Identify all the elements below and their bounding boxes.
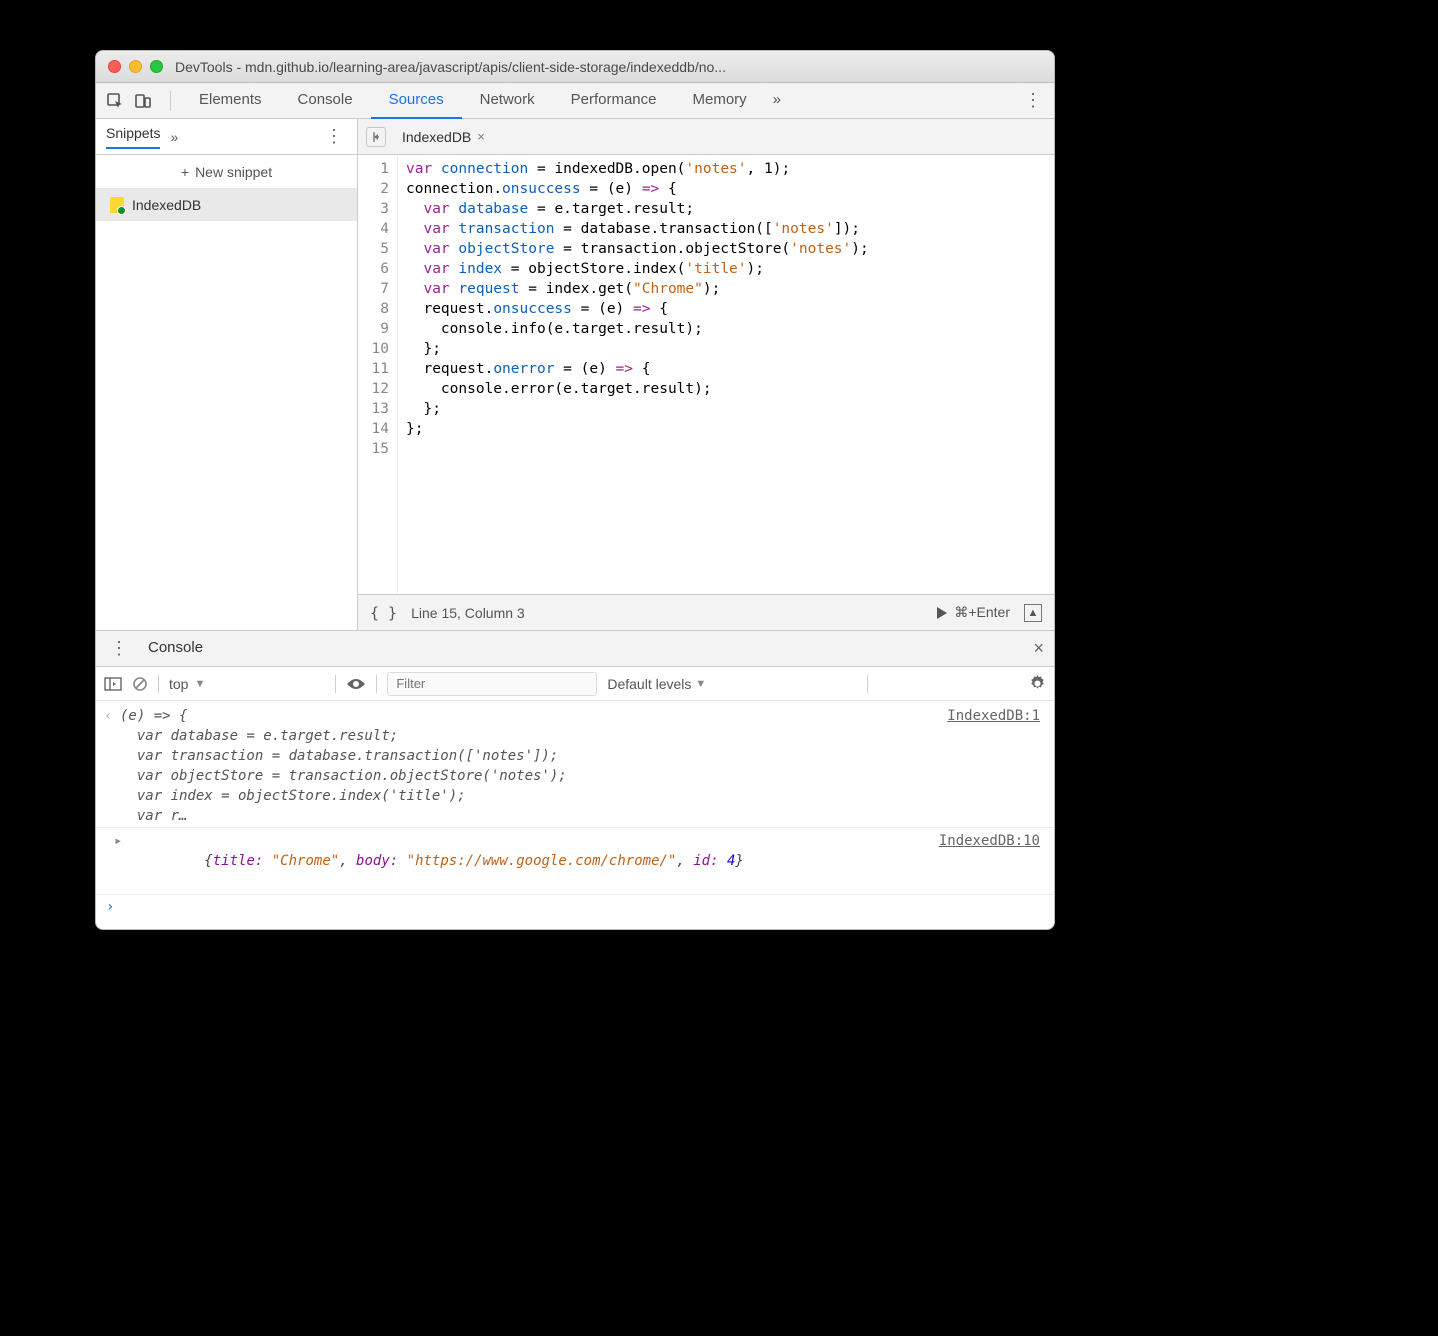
console-sidebar-toggle-icon[interactable] <box>104 677 122 691</box>
sidebar-tab-snippets[interactable]: Snippets <box>106 125 160 149</box>
snippet-file-icon <box>110 197 124 213</box>
main-toolbar: ElementsConsoleSourcesNetworkPerformance… <box>96 83 1054 119</box>
file-tab-bar: IndexedDB × <box>358 119 1054 155</box>
minimize-window-icon[interactable] <box>129 60 142 73</box>
file-tab-name: IndexedDB <box>402 129 471 145</box>
log-source-link[interactable]: IndexedDB:10 <box>939 831 1040 891</box>
titlebar: DevTools - mdn.github.io/learning-area/j… <box>96 51 1054 83</box>
inspect-element-icon[interactable] <box>104 90 126 112</box>
log-function-source[interactable]: (e) => { var database = e.target.result;… <box>120 706 935 826</box>
snippet-item[interactable]: IndexedDB <box>96 189 357 221</box>
console-log-row: ▸ {title: "Chrome", body: "https://www.g… <box>96 827 1054 895</box>
separator <box>158 675 159 693</box>
run-shortcut: ⌘+Enter <box>954 604 1010 621</box>
expand-arrow-icon[interactable]: ▸ <box>104 831 120 891</box>
prompt-chevron-icon: › <box>106 899 114 915</box>
sidebar-tabs-overflow-icon[interactable]: » <box>170 129 178 145</box>
window-title: DevTools - mdn.github.io/learning-area/j… <box>175 59 726 75</box>
separator <box>376 675 377 693</box>
context-selector[interactable]: top ▼ <box>169 676 325 692</box>
collapse-arrow-icon[interactable]: ‹ <box>104 706 120 826</box>
panel-tabs: ElementsConsoleSourcesNetworkPerformance… <box>181 83 765 119</box>
separator <box>867 675 868 693</box>
close-drawer-icon[interactable]: × <box>1033 638 1044 659</box>
file-tab[interactable]: IndexedDB × <box>394 119 493 155</box>
drawer-header: ⋮ Console × <box>96 631 1054 667</box>
separator <box>335 675 336 693</box>
new-snippet-label: New snippet <box>195 164 272 180</box>
context-value: top <box>169 676 188 692</box>
live-expression-icon[interactable] <box>346 677 366 691</box>
console-prompt[interactable]: › <box>96 895 1054 919</box>
sources-panel: Snippets » ⋮ + New snippet IndexedDB Ind… <box>96 119 1054 630</box>
console-log-row: ‹ (e) => { var database = e.target.resul… <box>96 705 1054 827</box>
snippets-sidebar: Snippets » ⋮ + New snippet IndexedDB <box>96 119 358 630</box>
sidebar-header: Snippets » ⋮ <box>96 119 357 155</box>
separator <box>170 91 171 111</box>
chevron-down-icon: ▼ <box>194 678 205 690</box>
chevron-down-icon: ▼ <box>695 678 706 690</box>
run-snippet-button[interactable]: ⌘+Enter <box>936 604 1010 621</box>
pretty-print-icon[interactable]: { } <box>370 604 397 622</box>
tab-console[interactable]: Console <box>280 83 371 119</box>
editor-column: IndexedDB × 123456789101112131415 var co… <box>358 119 1054 630</box>
plus-icon: + <box>181 164 189 180</box>
code-editor[interactable]: 123456789101112131415 var connection = i… <box>358 155 1054 594</box>
console-drawer: ⋮ Console × top ▼ Default levels <box>96 630 1054 929</box>
close-window-icon[interactable] <box>108 60 121 73</box>
drawer-tab-console[interactable]: Console <box>144 631 207 667</box>
log-source-link[interactable]: IndexedDB:1 <box>947 706 1040 826</box>
console-output: ‹ (e) => { var database = e.target.resul… <box>96 701 1054 929</box>
kebab-menu-icon[interactable]: ⋮ <box>1020 90 1046 111</box>
levels-label: Default levels <box>607 676 691 692</box>
line-gutter: 123456789101112131415 <box>358 155 398 594</box>
cursor-position: Line 15, Column 3 <box>411 605 525 621</box>
filter-input[interactable] <box>387 672 597 696</box>
tab-sources[interactable]: Sources <box>371 83 462 119</box>
devtools-window: DevTools - mdn.github.io/learning-area/j… <box>95 50 1055 930</box>
code-content[interactable]: var connection = indexedDB.open('notes',… <box>398 155 1054 594</box>
editor-status-bar: { } Line 15, Column 3 ⌘+Enter ▲ <box>358 594 1054 630</box>
tab-memory[interactable]: Memory <box>675 83 765 119</box>
tab-network[interactable]: Network <box>462 83 553 119</box>
tab-elements[interactable]: Elements <box>181 83 280 119</box>
console-toolbar: top ▼ Default levels ▼ <box>96 667 1054 701</box>
toggle-drawer-icon[interactable]: ▲ <box>1024 604 1042 622</box>
snippet-name: IndexedDB <box>132 197 201 213</box>
new-snippet-button[interactable]: + New snippet <box>96 155 357 189</box>
log-object[interactable]: {title: "Chrome", body: "https://www.goo… <box>120 831 927 891</box>
console-settings-icon[interactable] <box>1029 675 1046 692</box>
device-toolbar-icon[interactable] <box>132 90 154 112</box>
close-tab-icon[interactable]: × <box>477 129 485 144</box>
tab-performance[interactable]: Performance <box>553 83 675 119</box>
maximize-window-icon[interactable] <box>150 60 163 73</box>
drawer-kebab-icon[interactable]: ⋮ <box>106 638 132 659</box>
sidebar-kebab-icon[interactable]: ⋮ <box>321 126 347 147</box>
clear-console-icon[interactable] <box>132 676 148 692</box>
tabs-overflow-icon[interactable]: » <box>765 83 789 119</box>
traffic-lights <box>108 60 163 73</box>
nav-back-icon[interactable] <box>366 127 386 147</box>
log-levels-selector[interactable]: Default levels ▼ <box>607 676 706 692</box>
